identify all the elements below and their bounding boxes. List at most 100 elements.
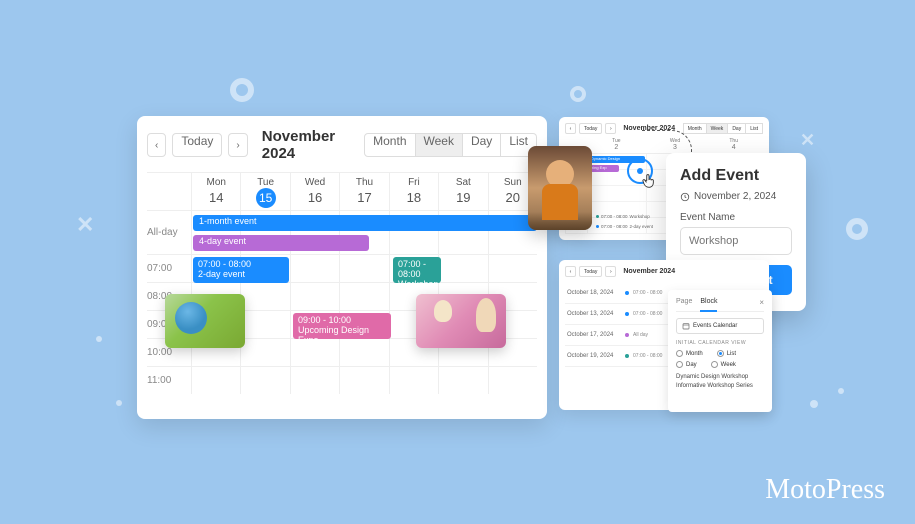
deco-x-icon: ✕ xyxy=(76,212,94,238)
today-button[interactable]: Today xyxy=(172,133,222,157)
day-column-sat[interactable]: Sat 19 xyxy=(438,173,487,210)
block-link[interactable]: Dynamic Design Workshop xyxy=(676,374,764,380)
day-name: Mon xyxy=(192,177,240,188)
event-workshop[interactable]: 07:00 - 08:00 Workshop xyxy=(393,257,441,283)
mini-event-dot[interactable]: 07:00 - 08:00 2-day event xyxy=(591,224,653,229)
day-column-mon[interactable]: Mon 14 xyxy=(191,173,240,210)
block-settings-panel: Page Block × Events Calendar INITIAL CAL… xyxy=(668,290,772,412)
day-number: 18 xyxy=(390,190,438,205)
day-column-thu[interactable]: Thu 17 xyxy=(339,173,388,210)
deco-dot-icon xyxy=(96,336,102,342)
block-type-field[interactable]: Events Calendar xyxy=(676,318,764,334)
mini-event-bar[interactable]: ning Exp xyxy=(589,165,619,172)
day-name: Thu xyxy=(340,177,388,188)
block-link[interactable]: Informative Workshop Series xyxy=(676,383,764,389)
photo-placeholder-icon xyxy=(165,294,245,348)
event-title: Workshop xyxy=(398,280,436,290)
calendar-panel: ‹ Today › November 2024 Month Week Day L… xyxy=(137,116,547,419)
block-tabs: Page Block × xyxy=(676,298,764,312)
calendar-header: ‹ Today › November 2024 Month Week Day L… xyxy=(147,128,537,162)
radio-day[interactable]: Day xyxy=(676,361,697,368)
radio-list[interactable]: List xyxy=(717,350,736,357)
list-date: October 19, 2024 xyxy=(567,353,625,359)
block-section-title: INITIAL CALENDAR VIEW xyxy=(676,340,764,346)
next-button[interactable]: › xyxy=(228,133,247,157)
mini-today-button[interactable]: Today xyxy=(579,123,602,134)
deco-circle-icon xyxy=(230,78,254,102)
event-bar-4day[interactable]: 4-day event xyxy=(193,235,369,251)
view-month-button[interactable]: Month xyxy=(364,133,415,157)
popover-date-text: November 2, 2024 xyxy=(694,191,776,202)
tab-block[interactable]: Block xyxy=(700,298,717,312)
all-day-row: All-day 1-month event 4-day event xyxy=(147,210,537,254)
event-name-input[interactable] xyxy=(680,227,792,255)
popover-title: Add Event xyxy=(680,167,792,185)
mini-day-number: 2 xyxy=(587,144,646,151)
list-today-button[interactable]: Today xyxy=(579,266,602,277)
list-date: October 13, 2024 xyxy=(567,311,625,317)
radio-week[interactable]: Week xyxy=(711,361,736,368)
list-time: 07:00 - 08:00 xyxy=(633,311,662,317)
day-name: Sat xyxy=(439,177,487,188)
view-switcher: Month Week Day List xyxy=(364,133,537,157)
day-number: 17 xyxy=(340,190,388,205)
list-next-button[interactable]: › xyxy=(605,266,616,277)
list-date: October 18, 2024 xyxy=(567,290,625,296)
view-day-button[interactable]: Day xyxy=(463,133,501,157)
event-design-expo[interactable]: 09:00 - 10:00 Upcoming Design Expo xyxy=(293,313,391,339)
event-title: Upcoming Design Expo xyxy=(298,326,386,346)
mini-event-time: 07:00 - 08:00 xyxy=(601,214,628,219)
radio-label: Day xyxy=(686,362,697,368)
deco-dot-icon xyxy=(810,400,818,408)
dot-icon xyxy=(625,291,629,295)
day-column-wed[interactable]: Wed 16 xyxy=(290,173,339,210)
mini-event-title: Workshop xyxy=(630,214,650,219)
day-name: Fri xyxy=(390,177,438,188)
deco-dot-icon xyxy=(838,388,844,394)
list-title: November 2024 xyxy=(623,268,675,275)
prev-button[interactable]: ‹ xyxy=(147,133,166,157)
dot-icon xyxy=(625,333,629,337)
tab-page[interactable]: Page xyxy=(676,298,692,307)
photo-card-yoga-class xyxy=(416,294,506,348)
clock-icon xyxy=(680,192,690,202)
photo-placeholder-icon xyxy=(416,294,506,348)
day-name: Wed xyxy=(291,177,339,188)
day-column-fri[interactable]: Fri 18 xyxy=(389,173,438,210)
calendar-title: November 2024 xyxy=(262,128,358,162)
list-header: ‹ Today › November 2024 xyxy=(565,266,763,277)
mini-prev-button[interactable]: ‹ xyxy=(565,123,576,134)
deco-circle-icon xyxy=(570,86,586,102)
event-title: 2-day event xyxy=(198,270,284,280)
mini-view-day[interactable]: Day xyxy=(728,123,746,134)
mini-view-week[interactable]: Week xyxy=(707,123,729,134)
list-time: 07:00 - 08:00 xyxy=(633,290,662,296)
photo-card-yoga-mat xyxy=(165,294,245,348)
event-time: 07:00 - 08:00 xyxy=(398,260,436,280)
radio-label: Week xyxy=(721,362,736,368)
deco-circle-icon xyxy=(846,218,868,240)
hour-label: 07:00 xyxy=(147,255,191,282)
mini-view-month[interactable]: Month xyxy=(683,123,707,134)
mini-event-title: 2-day event xyxy=(630,224,654,229)
list-date: October 17, 2024 xyxy=(567,332,625,338)
day-column-tue[interactable]: Tue 15 xyxy=(240,173,289,210)
mini-view-list[interactable]: List xyxy=(746,123,763,134)
deco-x-icon: ✕ xyxy=(800,130,815,151)
popover-date: November 2, 2024 xyxy=(680,191,792,202)
list-prev-button[interactable]: ‹ xyxy=(565,266,576,277)
mini-event-dot[interactable]: 07:00 - 08:00 Workshop xyxy=(591,214,650,219)
cursor-hand-icon xyxy=(640,172,658,190)
view-week-button[interactable]: Week xyxy=(416,133,463,157)
day-number: 16 xyxy=(291,190,339,205)
day-number-today-badge: 15 xyxy=(256,188,276,208)
radio-label: List xyxy=(727,351,736,357)
event-bar-month[interactable]: 1-month event xyxy=(193,215,537,231)
radio-month[interactable]: Month xyxy=(676,350,703,357)
event-2day[interactable]: 07:00 - 08:00 2-day event xyxy=(193,257,289,283)
hour-label: 11:00 xyxy=(147,367,191,394)
close-icon[interactable]: × xyxy=(759,298,764,307)
day-number: 14 xyxy=(192,190,240,205)
mini-next-button[interactable]: › xyxy=(605,123,616,134)
event-name-label: Event Name xyxy=(680,212,792,223)
